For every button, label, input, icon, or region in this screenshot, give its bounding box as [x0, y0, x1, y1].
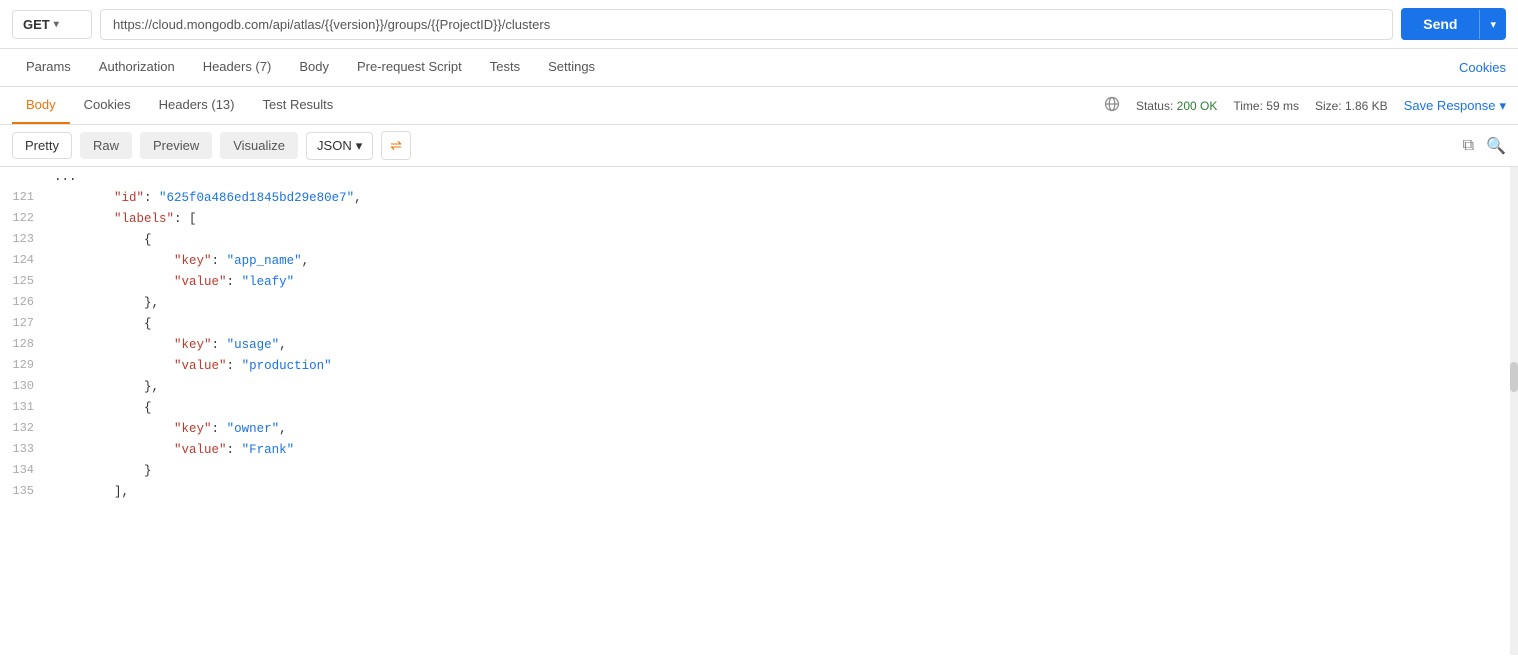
- table-row: 124 "key": "app_name",: [0, 251, 1518, 272]
- method-chevron: ▾: [54, 19, 59, 30]
- tab-headers[interactable]: Headers (7): [189, 49, 286, 86]
- wrap-button[interactable]: ⇌: [381, 131, 411, 160]
- viewer-toolbar: Pretty Raw Preview Visualize JSON ▾ ⇌ ⧉ …: [0, 125, 1518, 167]
- method-selector[interactable]: GET ▾: [12, 10, 92, 39]
- pretty-button[interactable]: Pretty: [12, 132, 72, 159]
- table-row: 133 "value": "Frank": [0, 440, 1518, 461]
- tab-cookies-request[interactable]: Cookies: [1459, 50, 1506, 85]
- wrap-icon: ⇌: [390, 137, 402, 153]
- tab-params[interactable]: Params: [12, 49, 85, 86]
- url-bar: GET ▾ Send ▾: [0, 0, 1518, 49]
- table-row: 128 "key": "usage",: [0, 335, 1518, 356]
- res-tab-testresults[interactable]: Test Results: [248, 87, 347, 124]
- table-row: 129 "value": "production": [0, 356, 1518, 377]
- scrollbar[interactable]: [1510, 167, 1518, 655]
- table-row: 130 },: [0, 377, 1518, 398]
- res-tab-body[interactable]: Body: [12, 87, 70, 124]
- table-row: 123 {: [0, 230, 1518, 251]
- scrollbar-thumb[interactable]: [1510, 362, 1518, 392]
- res-tab-headers[interactable]: Headers (13): [145, 87, 249, 124]
- table-row: 132 "key": "owner",: [0, 419, 1518, 440]
- res-tab-cookies[interactable]: Cookies: [70, 87, 145, 124]
- time-text: Time: 59 ms: [1233, 99, 1299, 113]
- tab-authorization[interactable]: Authorization: [85, 49, 189, 86]
- table-row: 122 "labels": [: [0, 209, 1518, 230]
- table-row: 134 }: [0, 461, 1518, 482]
- raw-button[interactable]: Raw: [80, 132, 132, 159]
- url-input[interactable]: [100, 9, 1393, 40]
- copy-icon[interactable]: ⧉: [1463, 137, 1474, 155]
- request-tabs: Params Authorization Headers (7) Body Pr…: [0, 49, 1518, 87]
- format-select[interactable]: JSON ▾: [306, 132, 373, 160]
- table-row: 127 {: [0, 314, 1518, 335]
- tab-settings[interactable]: Settings: [534, 49, 609, 86]
- tab-body[interactable]: Body: [285, 49, 343, 86]
- response-meta: Status: 200 OK Time: 59 ms Size: 1.86 KB…: [1104, 96, 1506, 115]
- preview-button[interactable]: Preview: [140, 132, 212, 159]
- time-value: 59 ms: [1266, 99, 1299, 113]
- status-value: 200 OK: [1177, 99, 1218, 113]
- visualize-button[interactable]: Visualize: [220, 132, 298, 159]
- chevron-down-icon: ▾: [356, 138, 363, 154]
- response-tabs: Body Cookies Headers (13) Test Results S…: [0, 87, 1518, 125]
- tab-tests[interactable]: Tests: [476, 49, 534, 86]
- table-row: 121 "id": "625f0a486ed1845bd29e80e7",: [0, 188, 1518, 209]
- save-response-button[interactable]: Save Response ▾: [1404, 98, 1506, 114]
- table-row: 131 {: [0, 398, 1518, 419]
- table-row: 125 "value": "leafy": [0, 272, 1518, 293]
- chevron-down-icon: ▾: [1499, 98, 1506, 114]
- size-value: 1.86 KB: [1345, 99, 1388, 113]
- code-view: ... 121 "id": "625f0a486ed1845bd29e80e7"…: [0, 167, 1518, 655]
- table-row: 135 ],: [0, 482, 1518, 503]
- send-button-group: Send ▾: [1401, 8, 1506, 40]
- method-label: GET: [23, 17, 50, 32]
- status-text: Status: 200 OK: [1136, 99, 1217, 113]
- search-icon[interactable]: 🔍: [1486, 136, 1506, 156]
- send-button-main[interactable]: Send: [1401, 8, 1479, 40]
- tab-prerequest[interactable]: Pre-request Script: [343, 49, 476, 86]
- toolbar-right: ⧉ 🔍: [1463, 136, 1506, 156]
- table-row: 126 },: [0, 293, 1518, 314]
- globe-icon: [1104, 96, 1120, 115]
- send-button-dropdown[interactable]: ▾: [1479, 10, 1506, 39]
- size-text: Size: 1.86 KB: [1315, 99, 1388, 113]
